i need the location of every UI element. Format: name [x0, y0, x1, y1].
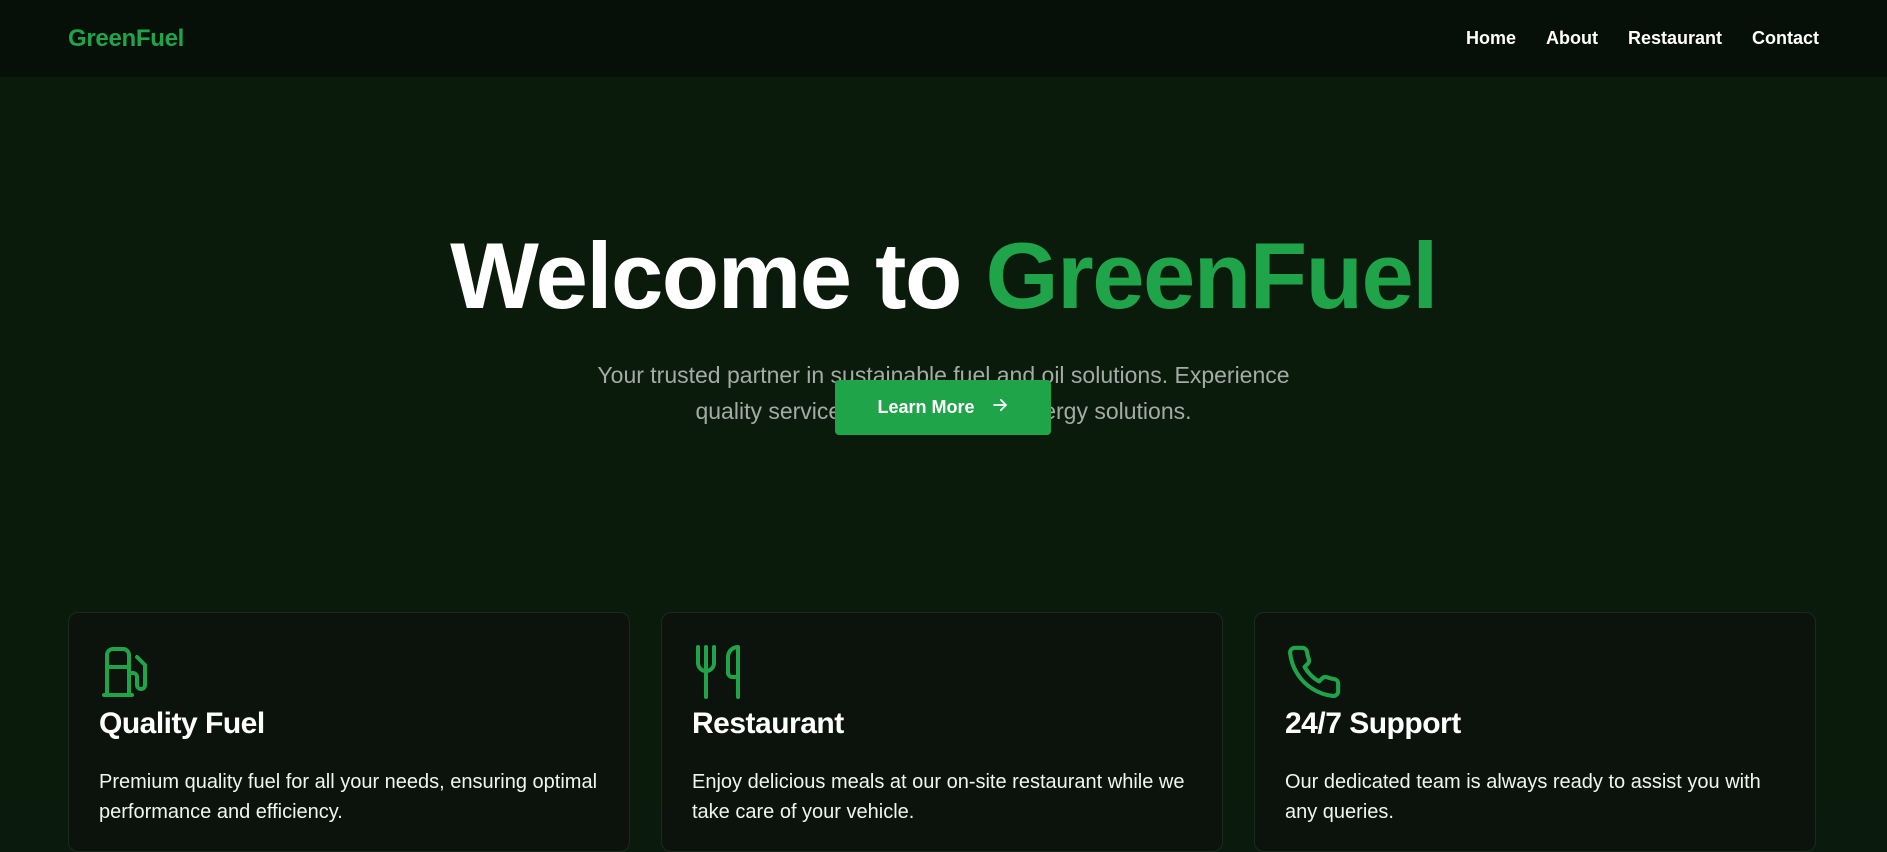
features-grid: Quality Fuel Premium quality fuel for al… — [68, 612, 1818, 852]
utensils-icon — [692, 643, 750, 701]
nav-link-about[interactable]: About — [1546, 28, 1598, 49]
hero-title: Welcome to GreenFuel — [0, 229, 1887, 323]
nav-link-restaurant[interactable]: Restaurant — [1628, 28, 1722, 49]
nav-link-contact[interactable]: Contact — [1752, 28, 1819, 49]
feature-card-support: 24/7 Support Our dedicated team is alway… — [1254, 612, 1816, 852]
learn-more-label: Learn More — [877, 397, 975, 417]
hero-title-accent: GreenFuel — [985, 223, 1439, 328]
arrow-right-icon — [991, 396, 1009, 419]
nav-links: Home About Restaurant Contact — [1466, 28, 1819, 49]
learn-more-button[interactable]: Learn More — [835, 380, 1051, 435]
fuel-pump-icon — [99, 643, 157, 701]
feature-text: Premium quality fuel for all your needs,… — [99, 771, 598, 823]
feature-card-quality-fuel: Quality Fuel Premium quality fuel for al… — [68, 612, 630, 852]
feature-text: Our dedicated team is always ready to as… — [1285, 771, 1761, 823]
hero-title-prefix: Welcome to — [450, 223, 986, 328]
feature-card-restaurant: Restaurant Enjoy delicious meals at our … — [661, 612, 1223, 852]
phone-icon — [1285, 643, 1343, 701]
nav-link-home[interactable]: Home — [1466, 28, 1516, 49]
feature-text: Enjoy delicious meals at our on-site res… — [692, 771, 1185, 823]
feature-title: Restaurant — [692, 707, 844, 740]
navbar: GreenFuel Home About Restaurant Contact — [0, 0, 1887, 77]
feature-title: Quality Fuel — [99, 707, 265, 740]
brand-logo[interactable]: GreenFuel — [68, 25, 184, 53]
feature-title: 24/7 Support — [1285, 707, 1461, 740]
